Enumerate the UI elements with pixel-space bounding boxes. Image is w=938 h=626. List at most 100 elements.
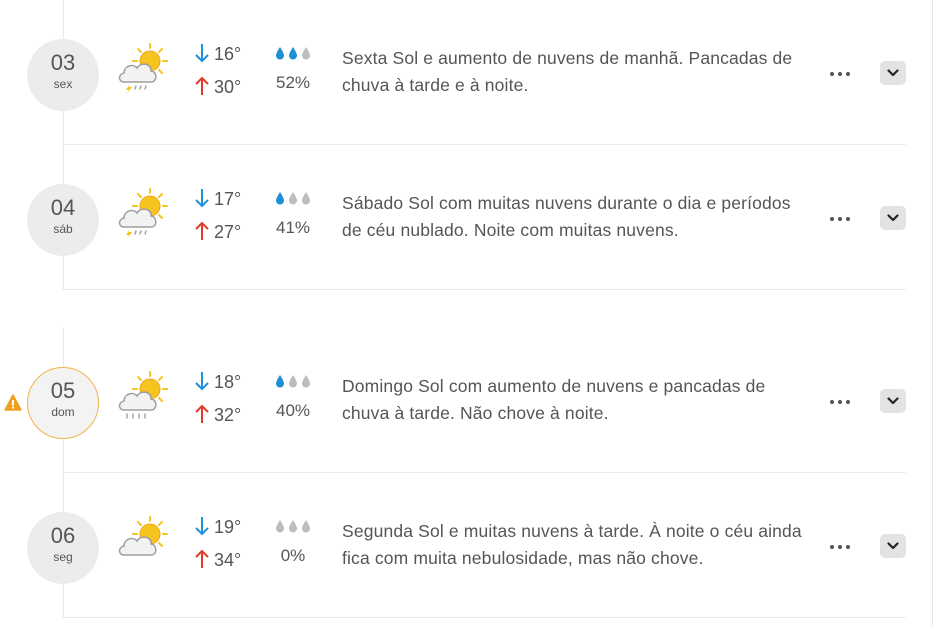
more-options-button[interactable] <box>826 208 860 226</box>
dot <box>838 545 842 549</box>
min-temp: 16° <box>214 44 242 64</box>
rain-probability: 41% <box>270 191 316 238</box>
rain-drops-gauge <box>270 374 316 392</box>
raindrop-icon <box>302 520 310 533</box>
arrow-down-icon <box>195 517 209 536</box>
max-temp-row: 30° <box>195 75 259 108</box>
expand-button[interactable] <box>880 534 906 558</box>
chevron-down-icon <box>887 214 899 222</box>
dot <box>838 400 842 404</box>
rain-probability: 40% <box>270 374 316 421</box>
dot <box>846 217 850 221</box>
row-divider <box>63 289 906 290</box>
more-options-button[interactable] <box>826 391 860 409</box>
min-temp-row: 19° <box>195 515 259 548</box>
forecast-description: Domingo Sol com aumento de nuvens e panc… <box>342 376 766 423</box>
temperatures: 16° 30° <box>195 42 259 108</box>
day-name: dom <box>51 405 75 419</box>
raindrop-icon <box>302 47 310 60</box>
min-temp-row: 17° <box>195 187 259 220</box>
day-number: 04 <box>50 195 76 220</box>
dot <box>846 400 850 404</box>
sun-cloud-thunder-icon <box>118 188 168 239</box>
day-number: 06 <box>50 523 76 548</box>
temperatures: 18° 32° <box>195 370 259 436</box>
dot <box>846 545 850 549</box>
max-temp-row: 34° <box>195 548 259 581</box>
forecast-description: Sexta Sol e aumento de nuvens de manhã. … <box>342 48 793 95</box>
more-options-button[interactable] <box>826 63 860 81</box>
temperatures: 17° 27° <box>195 187 259 253</box>
sun-cloud-rain-icon <box>118 371 168 419</box>
rain-percentage: 41% <box>275 218 311 237</box>
rain-drops <box>126 413 146 419</box>
sun-cloud-icon <box>118 516 168 556</box>
dot <box>838 72 842 76</box>
arrow-up-icon <box>195 76 209 95</box>
dot <box>846 72 850 76</box>
forecast-row: 04 sáb 17° 27° 41% Sábado Sol com muitas… <box>0 145 906 290</box>
arrow-up-icon <box>195 404 209 423</box>
rain-drops-gauge <box>270 46 316 64</box>
rain-drops-gauge <box>270 191 316 209</box>
raindrop-icon <box>289 520 297 533</box>
arrow-down-icon <box>195 372 209 391</box>
expand-button[interactable] <box>880 61 906 85</box>
sun-cloud-thunder-icon <box>118 43 168 94</box>
max-temp: 32° <box>214 405 242 425</box>
max-temp: 34° <box>214 550 242 570</box>
expand-button[interactable] <box>880 206 906 230</box>
raindrop-icon <box>276 520 284 533</box>
day-badge: 06 seg <box>27 512 99 584</box>
arrow-down-icon <box>195 189 209 208</box>
raindrop-icon <box>289 192 297 205</box>
day-number: 03 <box>50 50 76 75</box>
min-temp: 17° <box>214 189 242 209</box>
max-temp-row: 32° <box>195 403 259 436</box>
min-temp: 18° <box>214 372 242 392</box>
forecast-description: Segunda Sol e muitas nuvens à tarde. À n… <box>342 521 802 568</box>
max-temp-row: 27° <box>195 220 259 253</box>
arrow-up-icon <box>195 549 209 568</box>
alert-warning-icon[interactable] <box>4 394 22 411</box>
raindrop-icon <box>289 375 297 388</box>
min-temp-row: 18° <box>195 370 259 403</box>
min-temp-row: 16° <box>195 42 259 75</box>
dot <box>830 400 834 404</box>
rain-percentage: 40% <box>275 401 311 420</box>
expand-button[interactable] <box>880 389 906 413</box>
more-options-button[interactable] <box>826 536 860 554</box>
day-name: sáb <box>53 222 73 236</box>
day-badge: 04 sáb <box>27 184 99 256</box>
forecast-row: 06 seg 19° 34° 0% Segunda Sol e muitas n… <box>0 473 906 618</box>
rain-percentage: 0% <box>280 546 306 565</box>
panel-right-border <box>932 0 933 626</box>
day-number: 05 <box>50 378 76 403</box>
dot <box>830 217 834 221</box>
raindrop-icon <box>276 375 284 388</box>
chevron-down-icon <box>887 397 899 405</box>
dot <box>830 72 834 76</box>
temperatures: 19° 34° <box>195 515 259 581</box>
max-temp: 27° <box>214 222 242 242</box>
rain-percentage: 52% <box>275 73 311 92</box>
raindrop-icon <box>302 192 310 205</box>
forecast-row: 03 sex 16° 30° 52% Sexta Sol e aumento d… <box>0 0 906 145</box>
dot <box>838 217 842 221</box>
raindrop-icon <box>276 47 284 60</box>
day-badge: 03 sex <box>27 39 99 111</box>
forecast-row: 05 dom 18° 32° 40% Domingo Sol com aumen… <box>0 328 906 473</box>
dot <box>830 545 834 549</box>
raindrop-icon <box>276 192 284 205</box>
day-name: sex <box>53 77 73 91</box>
arrow-down-icon <box>195 44 209 63</box>
raindrop-icon <box>302 375 310 388</box>
day-badge: 05 dom <box>27 367 99 439</box>
forecast-description: Sábado Sol com muitas nuvens durante o d… <box>342 193 791 240</box>
lightning-drops <box>126 84 147 94</box>
rain-drops-gauge <box>270 519 316 537</box>
row-divider <box>63 617 906 618</box>
chevron-down-icon <box>887 542 899 550</box>
chevron-down-icon <box>887 69 899 77</box>
arrow-up-icon <box>195 221 209 240</box>
